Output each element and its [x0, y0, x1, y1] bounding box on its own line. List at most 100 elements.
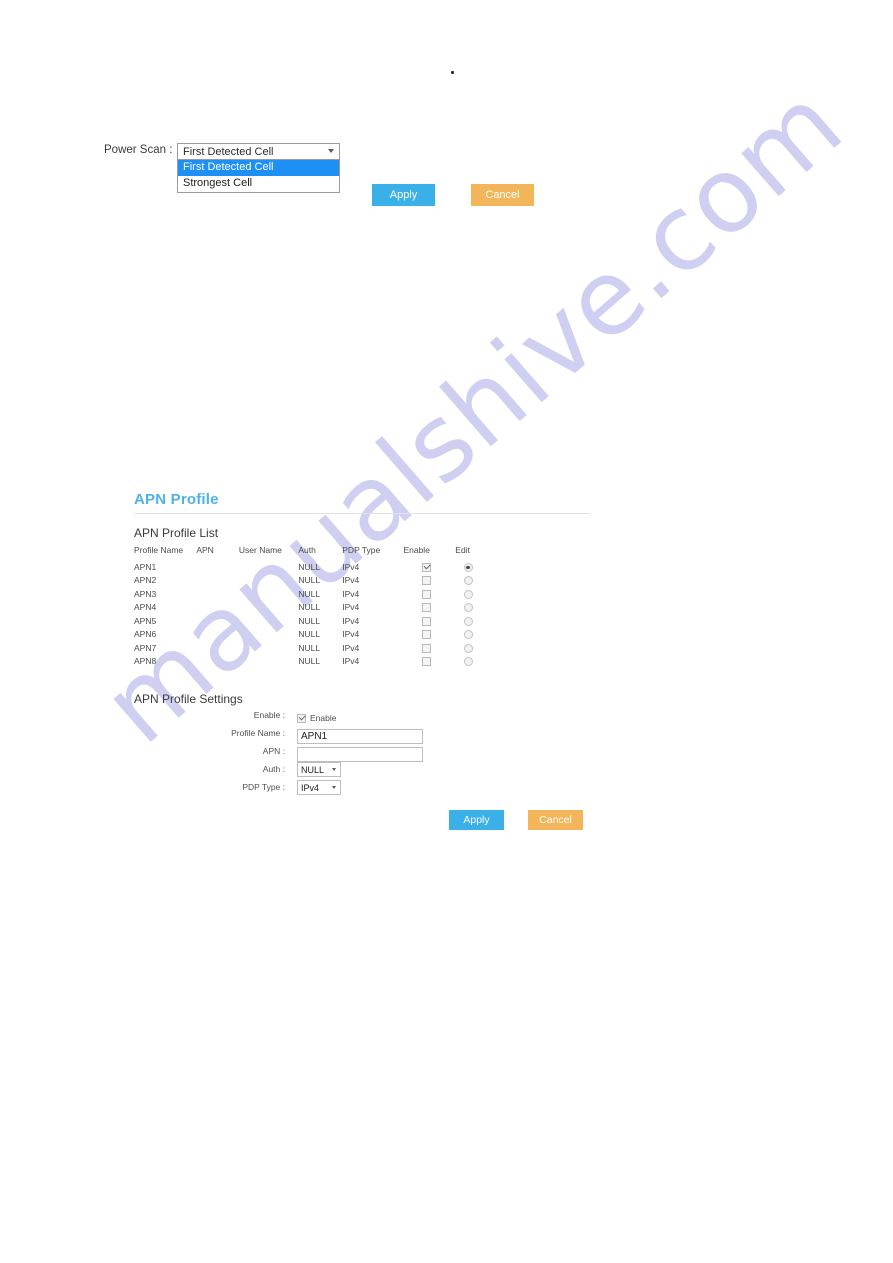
cell-profile-name: APN5	[134, 615, 157, 626]
table-row: APN7 NULL IPv4	[134, 641, 484, 655]
apply-button-bottom[interactable]: Apply	[449, 810, 504, 830]
apn-field[interactable]	[297, 744, 423, 762]
cell-profile-name: APN2	[134, 575, 157, 586]
table-row: APN3 NULL IPv4	[134, 587, 484, 601]
power-scan-options-list[interactable]: First Detected Cell Strongest Cell	[177, 160, 340, 193]
cell-pdp-type: IPv4	[342, 629, 360, 640]
cell-enable	[400, 628, 452, 642]
cell-apn	[196, 628, 239, 642]
row-enable-checkbox[interactable]	[421, 589, 431, 599]
power-scan-option-strongest-cell[interactable]: Strongest Cell	[178, 176, 339, 192]
row-edit-radio[interactable]	[463, 562, 473, 572]
cell-pdp-type: IPv4	[342, 642, 360, 653]
row-edit-radio[interactable]	[463, 630, 473, 640]
table-body: APN1 NULL IPv4 APN2 NULL IPv4 APN3 NULL IPv4 APN4…	[134, 560, 484, 668]
cell-apn	[196, 601, 239, 615]
cell-pdp-type: IPv4	[342, 575, 360, 586]
cell-edit	[452, 587, 484, 601]
cell-profile-name: APN1	[134, 561, 157, 572]
row-enable-checkbox[interactable]	[421, 657, 431, 667]
column-header-edit: Edit	[455, 545, 470, 555]
cell-edit	[452, 614, 484, 628]
row-enable-checkbox[interactable]	[421, 562, 431, 572]
form-row-pdp-type: PDP Type : IPv4	[134, 780, 494, 797]
profile-name-field[interactable]	[297, 726, 423, 744]
table-row: APN2 NULL IPv4	[134, 574, 484, 588]
cell-pdp-type: IPv4	[342, 602, 360, 613]
cell-auth: NULL	[298, 629, 321, 640]
power-scan-select[interactable]: First Detected Cell	[177, 143, 340, 160]
row-enable-checkbox[interactable]	[421, 643, 431, 653]
chevron-down-icon	[332, 768, 336, 771]
cell-auth: NULL	[298, 656, 321, 667]
apn-profile-table: Profile Name APN User Name Auth PDP Type…	[134, 545, 484, 668]
cell-auth: NULL	[298, 615, 321, 626]
row-edit-radio[interactable]	[463, 616, 473, 626]
cell-pdp-type: IPv4	[342, 615, 360, 626]
pdp-type-selected-value: IPv4	[301, 783, 320, 793]
enable-label: Enable :	[253, 710, 285, 720]
row-edit-radio[interactable]	[463, 603, 473, 613]
row-enable-checkbox[interactable]	[421, 630, 431, 640]
apn-profile-heading: APN Profile	[134, 491, 219, 508]
cancel-button-top[interactable]: Cancel	[471, 184, 534, 206]
row-enable-checkbox[interactable]	[421, 576, 431, 586]
cell-auth: NULL	[298, 588, 321, 599]
table-row: APN8 NULL IPv4	[134, 655, 484, 669]
power-scan-option-first-detected-cell[interactable]: First Detected Cell	[178, 160, 339, 176]
cell-user-name	[239, 641, 298, 655]
cell-edit	[452, 655, 484, 669]
row-edit-radio[interactable]	[463, 643, 473, 653]
cell-profile-name: APN3	[134, 588, 157, 599]
cell-enable	[400, 655, 452, 669]
auth-field[interactable]: NULL	[297, 762, 341, 777]
column-header-user-name: User Name	[238, 545, 282, 555]
row-edit-radio[interactable]	[463, 576, 473, 586]
enable-checkbox-label: Enable	[310, 713, 337, 723]
cell-auth: NULL	[298, 575, 321, 586]
cell-edit	[452, 574, 484, 588]
cell-pdp-type: IPv4	[342, 656, 360, 667]
column-header-pdp-type: PDP Type	[342, 545, 381, 555]
cell-user-name	[239, 601, 298, 615]
cell-user-name	[239, 614, 298, 628]
cell-auth: NULL	[298, 642, 321, 653]
page-speck-artifact	[451, 71, 454, 74]
pdp-type-field[interactable]: IPv4	[297, 780, 341, 795]
cell-apn	[196, 614, 239, 628]
cell-auth: NULL	[298, 561, 321, 572]
enable-checkbox[interactable]	[297, 714, 306, 724]
row-enable-checkbox[interactable]	[421, 616, 431, 626]
cancel-button-bottom[interactable]: Cancel	[528, 810, 583, 830]
column-header-apn: APN	[196, 545, 214, 555]
cell-apn	[196, 655, 239, 669]
pdp-type-label: PDP Type :	[242, 782, 285, 792]
row-enable-checkbox[interactable]	[421, 603, 431, 613]
apply-button-top[interactable]: Apply	[372, 184, 435, 206]
table-row: APN6 NULL IPv4	[134, 628, 484, 642]
profile-name-input[interactable]	[297, 729, 423, 744]
enable-checkbox-wrapper[interactable]: Enable	[297, 713, 337, 724]
auth-selected-value: NULL	[301, 765, 325, 775]
apn-profile-settings-form: Enable : Enable Profile Name : APN : Aut…	[134, 708, 494, 798]
cell-apn	[196, 587, 239, 601]
form-row-enable: Enable : Enable	[134, 708, 494, 725]
cell-apn	[196, 641, 239, 655]
cell-enable	[400, 560, 452, 574]
enable-field[interactable]: Enable	[297, 708, 336, 726]
cell-user-name	[239, 574, 298, 588]
pdp-type-select[interactable]: IPv4	[297, 780, 341, 795]
column-header-profile-name: Profile Name	[134, 545, 184, 555]
column-header-auth: Auth	[298, 545, 316, 555]
cell-user-name	[239, 560, 298, 574]
chevron-down-icon	[332, 786, 336, 789]
auth-select[interactable]: NULL	[297, 762, 341, 777]
row-edit-radio[interactable]	[463, 589, 473, 599]
apn-profile-list-title: APN Profile List	[134, 526, 219, 540]
row-edit-radio[interactable]	[463, 657, 473, 667]
cell-edit	[452, 628, 484, 642]
page-content: Power Scan : First Detected Cell First D…	[0, 0, 893, 1263]
apn-input[interactable]	[297, 747, 423, 762]
profile-name-label: Profile Name :	[231, 728, 285, 738]
table-row: APN5 NULL IPv4	[134, 614, 484, 628]
